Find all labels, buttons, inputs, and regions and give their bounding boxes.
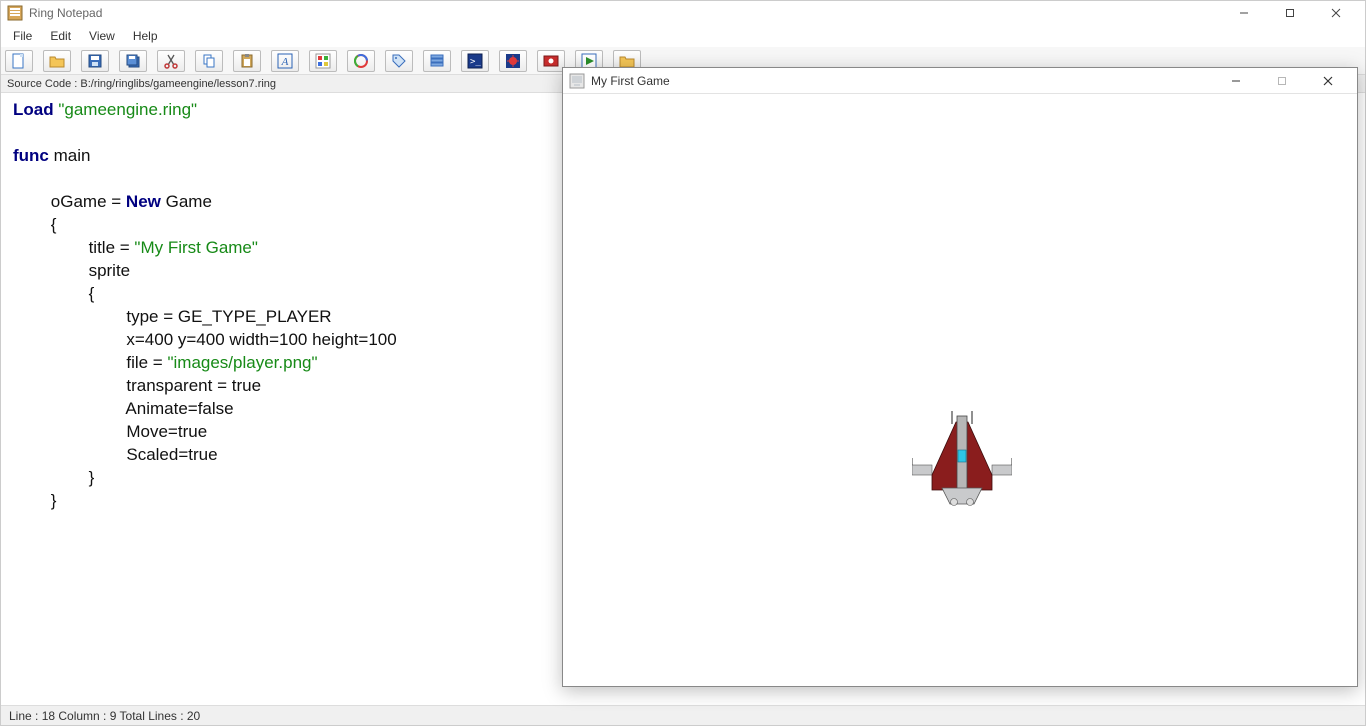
maximize-button[interactable] (1267, 1, 1313, 25)
game-window: My First Game (562, 67, 1358, 687)
kw-load: Load (13, 100, 58, 119)
save-all-icon[interactable] (119, 50, 147, 72)
code-l11: x=400 y=400 width=100 height=100 (13, 330, 397, 349)
game-canvas (563, 94, 1357, 686)
code-l9: { (13, 284, 94, 303)
code-l16: Scaled=true (13, 445, 218, 464)
menu-edit[interactable]: Edit (42, 27, 79, 45)
code-l13: transparent = true (13, 376, 261, 395)
debug-bp-icon[interactable] (537, 50, 565, 72)
code-l15: Move=true (13, 422, 207, 441)
save-icon[interactable] (81, 50, 109, 72)
ring-icon[interactable] (347, 50, 375, 72)
svg-text:A: A (281, 56, 289, 68)
str-gameengine: "gameengine.ring" (58, 100, 197, 119)
code-l10: type = GE_TYPE_PLAYER (13, 307, 332, 326)
window-controls (1221, 1, 1359, 25)
new-file-icon[interactable] (5, 50, 33, 72)
game-maximize-button[interactable] (1259, 68, 1305, 94)
menu-help[interactable]: Help (125, 27, 166, 45)
code-l18: } (13, 491, 56, 510)
paste-icon[interactable] (233, 50, 261, 72)
game-title-bar: My First Game (563, 68, 1357, 94)
code-l7a: title = (13, 238, 134, 257)
menu-bar: File Edit View Help (1, 25, 1365, 47)
font-icon[interactable]: A (271, 50, 299, 72)
player-sprite (912, 410, 1012, 510)
code-l8: sprite (13, 261, 130, 280)
code-l5a: oGame = (13, 192, 126, 211)
status-text: Line : 18 Column : 9 Total Lines : 20 (9, 709, 200, 723)
svg-text:>_: >_ (470, 57, 481, 67)
code-l17: } (13, 468, 94, 487)
game-window-title: My First Game (591, 74, 1213, 88)
code-l14: Animate=false (13, 399, 234, 418)
color-icon[interactable] (309, 50, 337, 72)
str-title: "My First Game" (134, 238, 258, 257)
tag-icon[interactable] (385, 50, 413, 72)
app-title: Ring Notepad (29, 6, 1221, 20)
game-minimize-button[interactable] (1213, 68, 1259, 94)
id-main: main (54, 146, 91, 165)
code-l6: { (13, 215, 56, 234)
kw-func: func (13, 146, 54, 165)
cut-icon[interactable] (157, 50, 185, 72)
title-bar: Ring Notepad (1, 1, 1365, 25)
game-app-icon (569, 73, 585, 89)
minimize-button[interactable] (1221, 1, 1267, 25)
status-bar: Line : 18 Column : 9 Total Lines : 20 (1, 705, 1365, 725)
app-icon (7, 5, 23, 21)
debug-icon[interactable] (499, 50, 527, 72)
code-l5b: Game (166, 192, 212, 211)
kw-new: New (126, 192, 166, 211)
str-file: "images/player.png" (167, 353, 317, 372)
debug-cmd-icon[interactable]: >_ (461, 50, 489, 72)
close-button[interactable] (1313, 1, 1359, 25)
menu-file[interactable]: File (5, 27, 40, 45)
open-icon[interactable] (43, 50, 71, 72)
game-close-button[interactable] (1305, 68, 1351, 94)
copy-icon[interactable] (195, 50, 223, 72)
source-path-label: Source Code : B:/ring/ringlibs/gameengin… (7, 78, 276, 90)
menu-view[interactable]: View (81, 27, 123, 45)
stack-icon[interactable] (423, 50, 451, 72)
code-l12a: file = (13, 353, 167, 372)
